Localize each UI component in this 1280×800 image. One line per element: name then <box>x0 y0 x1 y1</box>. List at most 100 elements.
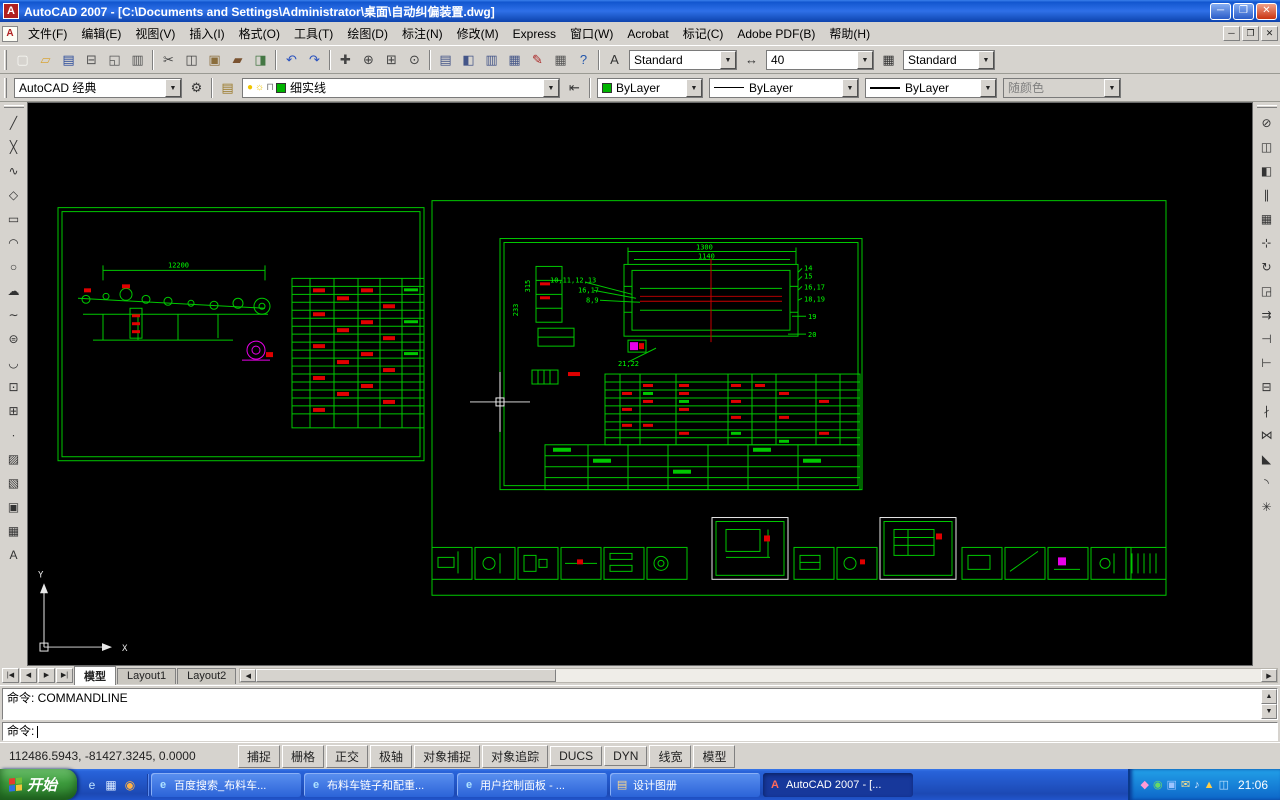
taskbar-clock[interactable]: 21:06 <box>1238 778 1268 792</box>
redo-icon[interactable]: ↷ <box>303 48 326 71</box>
dim-style-icon[interactable]: ↔ <box>740 48 763 71</box>
dim-style-combo[interactable]: 40 ▼ <box>766 49 874 70</box>
start-button[interactable]: 开始 <box>0 769 78 800</box>
tab-nav-next-icon[interactable]: ▶ <box>38 668 55 683</box>
markup-set-manager-icon[interactable]: ✎ <box>526 48 549 71</box>
multiline-text-icon[interactable]: A <box>2 543 26 567</box>
tab-layout1[interactable]: Layout1 <box>117 667 177 684</box>
paste-icon[interactable]: ▣ <box>203 48 226 71</box>
fillet-icon[interactable]: ◝ <box>1255 471 1279 495</box>
tab-nav-prev-icon[interactable]: ◀ <box>20 668 37 683</box>
tab-nav-first-icon[interactable]: |◀ <box>2 668 19 683</box>
scroll-right-icon[interactable]: ▶ <box>1261 669 1277 682</box>
lineweight-combo[interactable]: ByLayer ▼ <box>865 77 997 98</box>
break-at-point-icon[interactable]: ⊟ <box>1255 375 1279 399</box>
child-minimize-button[interactable]: ─ <box>1223 26 1240 41</box>
roller-centerlines[interactable] <box>640 258 782 343</box>
circle-icon[interactable]: ○ <box>2 255 26 279</box>
chevron-down-icon[interactable]: ▼ <box>1104 78 1120 97</box>
line-icon[interactable]: ╱ <box>2 111 26 135</box>
tab-model[interactable]: 模型 <box>74 665 116 686</box>
menu-markup[interactable]: 标记(C) <box>676 22 731 45</box>
layer-previous-icon[interactable]: ⇤ <box>563 76 586 99</box>
ellipse-icon[interactable]: ⊜ <box>2 327 26 351</box>
tray-blue-icon[interactable]: ▣ <box>1167 777 1177 793</box>
menu-view[interactable]: 视图(V) <box>128 22 182 45</box>
text-style-combo[interactable]: Standard ▼ <box>629 49 737 70</box>
designcenter-icon[interactable]: ◧ <box>457 48 480 71</box>
workspace-settings-icon[interactable]: ⚙ <box>185 76 208 99</box>
menu-format[interactable]: 格式(O) <box>232 22 287 45</box>
command-input[interactable]: 命令: <box>2 722 1278 741</box>
taskbar-task-design-album[interactable]: ▤ 设计图册 <box>610 772 761 797</box>
workspace-combo[interactable]: AutoCAD 经典 ▼ <box>14 77 182 98</box>
menu-modify[interactable]: 修改(M) <box>450 22 506 45</box>
chevron-down-icon[interactable]: ▼ <box>842 78 858 97</box>
chevron-down-icon[interactable]: ▼ <box>980 78 996 97</box>
qnew-icon[interactable]: ▢ <box>11 48 34 71</box>
region-icon[interactable]: ▣ <box>2 495 26 519</box>
chevron-down-icon[interactable]: ▼ <box>978 50 994 69</box>
zoom-realtime-icon[interactable]: ⊕ <box>357 48 380 71</box>
spline-icon[interactable]: ∼ <box>2 303 26 327</box>
block-editor-icon[interactable]: ◨ <box>249 48 272 71</box>
tray-sound-icon[interactable]: ♪ <box>1194 777 1200 793</box>
text-style-icon[interactable]: A <box>603 48 626 71</box>
chevron-down-icon[interactable]: ▼ <box>543 78 559 97</box>
point-icon[interactable]: ∙ <box>2 423 26 447</box>
construction-line-icon[interactable]: ╳ <box>2 135 26 159</box>
insert-block-icon[interactable]: ⊡ <box>2 375 26 399</box>
tray-mail-icon[interactable]: ✉ <box>1181 777 1190 793</box>
chevron-down-icon[interactable]: ▼ <box>720 50 736 69</box>
cut-icon[interactable]: ✂ <box>157 48 180 71</box>
toolbar-grip[interactable] <box>1256 105 1277 108</box>
restore-button[interactable]: ❐ <box>1233 2 1254 20</box>
close-button[interactable]: ✕ <box>1256 2 1277 20</box>
quicklaunch-ie-icon[interactable]: e <box>84 777 100 793</box>
command-history[interactable]: 命令: COMMANDLINE ▲ ▼ <box>2 688 1278 720</box>
horizontal-scrollbar[interactable]: ◀ ▶ <box>239 668 1278 683</box>
layer-on-bulb-icon[interactable]: ● <box>247 82 253 93</box>
minimize-button[interactable]: ─ <box>1210 2 1231 20</box>
status-toggle-grid[interactable]: 栅格 <box>282 744 325 768</box>
plot-icon[interactable]: ⊟ <box>80 48 103 71</box>
copy-icon[interactable]: ◫ <box>180 48 203 71</box>
tray-net-icon[interactable]: ◫ <box>1219 777 1229 793</box>
revision-cloud-icon[interactable]: ☁ <box>2 279 26 303</box>
zoom-previous-icon[interactable]: ⊙ <box>403 48 426 71</box>
status-toggle-ducs[interactable]: DUCS <box>550 746 603 766</box>
menu-tools[interactable]: 工具(T) <box>287 22 340 45</box>
left-elevation-view[interactable] <box>77 265 271 361</box>
title-block[interactable] <box>544 444 861 491</box>
quicklaunch-media-icon[interactable]: ◉ <box>122 777 138 793</box>
scroll-up-icon[interactable]: ▲ <box>1261 689 1277 704</box>
drawing-area[interactable]: 12200 1300 1140 315 233 10,11,12,13 16,1… <box>27 102 1253 666</box>
rectangle-icon[interactable]: ▭ <box>2 207 26 231</box>
tab-layout2[interactable]: Layout2 <box>177 667 237 684</box>
pan-icon[interactable]: ✚ <box>334 48 357 71</box>
open-icon[interactable]: ▱ <box>34 48 57 71</box>
status-toggle-otrack[interactable]: 对象追踪 <box>482 744 549 768</box>
taskbar-task-buliaoche-page[interactable]: e 布料车链子和配重... <box>304 772 455 797</box>
drawing-document-icon[interactable]: A <box>2 25 18 42</box>
explode-icon[interactable]: ✳ <box>1255 495 1279 519</box>
menu-adobe-pdf[interactable]: Adobe PDF(B) <box>730 24 822 44</box>
join-icon[interactable]: ⋈ <box>1255 423 1279 447</box>
toolbar-grip[interactable] <box>3 105 24 108</box>
toolbar-grip[interactable] <box>4 77 7 98</box>
taskbar-task-autocad[interactable]: A AutoCAD 2007 - [... <box>763 772 914 797</box>
quickcalc-icon[interactable]: ▦ <box>549 48 572 71</box>
taskbar-task-baidu-search[interactable]: e 百度搜索_布料车... <box>151 772 302 797</box>
child-restore-button[interactable]: ❐ <box>1242 26 1259 41</box>
coordinates-display[interactable]: 112486.5943, -81427.3245, 0.0000 <box>5 746 237 766</box>
menu-acrobat[interactable]: Acrobat <box>620 24 675 44</box>
properties-icon[interactable]: ▤ <box>434 48 457 71</box>
scrollbar-thumb[interactable] <box>256 669 557 682</box>
offset-icon[interactable]: ∥ <box>1255 183 1279 207</box>
mirror-icon[interactable]: ◧ <box>1255 159 1279 183</box>
tray-green-icon[interactable]: ◉ <box>1153 777 1163 793</box>
table-icon[interactable]: ▦ <box>2 519 26 543</box>
quicklaunch-show-desktop-icon[interactable]: ▦ <box>103 777 119 793</box>
layer-freeze-sun-icon[interactable]: ☼ <box>255 82 264 93</box>
status-toggle-snap[interactable]: 捕捉 <box>238 744 281 768</box>
